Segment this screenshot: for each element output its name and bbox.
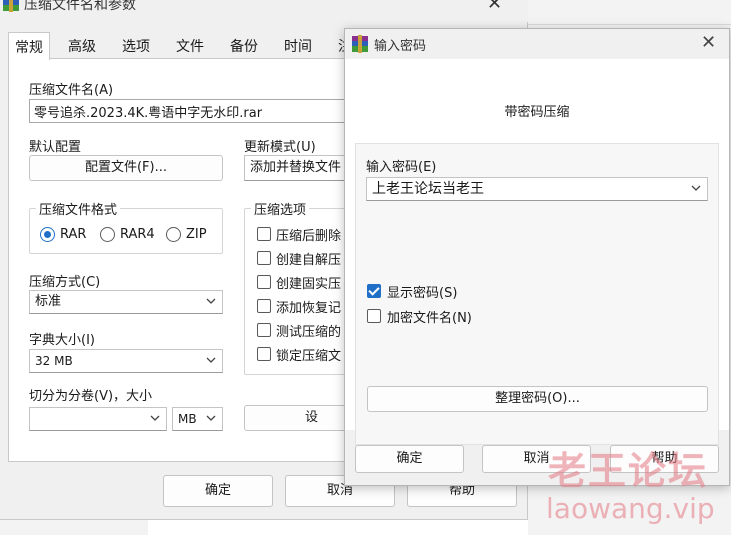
chevron-down-icon: [691, 185, 701, 191]
profile-button[interactable]: 配置文件(F)...: [29, 155, 223, 181]
default-profile-label: 默认配置: [29, 140, 82, 155]
option-label-6: 锁定压缩文: [276, 349, 342, 364]
option-checkbox-3[interactable]: [257, 275, 271, 289]
split-size-select[interactable]: [29, 407, 167, 431]
password-panel: 带密码压缩 输入密码(E) 上老王论坛当老王 显示密码(S) 加密文件名(N) …: [345, 59, 729, 445]
password-group: 输入密码(E) 上老王论坛当老王 显示密码(S) 加密文件名(N) 整理密码(O…: [355, 143, 719, 445]
tab-files[interactable]: 文件: [170, 32, 210, 58]
radio-zip[interactable]: [166, 227, 181, 242]
main-title: 压缩文件名和参数: [24, 0, 136, 13]
update-mode-value: 添加并替换文件: [250, 160, 342, 175]
method-value: 标准: [35, 294, 62, 309]
update-mode-label: 更新模式(U): [244, 140, 316, 155]
option-checkbox-6[interactable]: [257, 347, 271, 361]
chevron-down-icon: [206, 298, 216, 304]
main-close-icon[interactable]: ✕: [487, 0, 502, 14]
show-password-label: 显示密码(S): [387, 286, 458, 301]
dict-value: 32 MB: [35, 354, 73, 368]
options-group-title: 压缩选项: [251, 199, 310, 218]
split-label: 切分为分卷(V)，大小: [29, 389, 153, 404]
watermark-title: 老王论坛: [548, 449, 709, 493]
chevron-down-icon: [206, 357, 216, 363]
option-checkbox-4[interactable]: [257, 299, 271, 313]
password-value: 上老王论坛当老王: [372, 181, 484, 197]
radio-rar-label: RAR: [60, 227, 87, 242]
show-password-checkbox[interactable]: [367, 284, 381, 298]
divider: [528, 24, 731, 25]
format-group-title: 压缩文件格式: [36, 199, 121, 218]
radio-rar4[interactable]: [100, 227, 115, 242]
watermark-url: laowang.vip: [546, 492, 715, 525]
encrypt-names-label: 加密文件名(N): [387, 311, 472, 326]
format-group: 压缩文件格式 RAR RAR4 ZIP: [29, 199, 223, 254]
password-dialog-title: 输入密码: [374, 39, 427, 54]
password-close-icon[interactable]: ✕: [701, 32, 716, 53]
option-label-3: 创建固实压: [276, 277, 342, 292]
main-ok-button[interactable]: 确定: [163, 475, 273, 507]
encrypt-names-checkbox[interactable]: [367, 309, 381, 323]
split-unit-value: MB: [178, 412, 197, 426]
tab-general[interactable]: 常规: [8, 32, 50, 60]
dict-label: 字典大小(I): [29, 333, 95, 348]
method-label: 压缩方式(C): [29, 275, 101, 290]
password-title-bar: 输入密码 ✕: [345, 29, 729, 59]
tab-options[interactable]: 选项: [116, 32, 156, 58]
password-ok-button[interactable]: 确定: [355, 445, 464, 473]
tab-backup[interactable]: 备份: [224, 32, 264, 58]
method-select[interactable]: 标准: [29, 290, 223, 314]
radio-zip-label: ZIP: [186, 227, 207, 242]
option-checkbox-1[interactable]: [257, 227, 271, 241]
tab-advanced[interactable]: 高级: [62, 32, 102, 58]
option-label-1: 压缩后删除: [276, 229, 342, 244]
archive-name-label: 压缩文件名(A): [29, 83, 114, 98]
option-checkbox-2[interactable]: [257, 251, 271, 265]
option-label-5: 测试压缩的: [276, 325, 342, 340]
chevron-down-icon: [206, 415, 216, 421]
winrar-icon: [3, 0, 19, 12]
password-label: 输入密码(E): [366, 160, 437, 175]
archive-name-input[interactable]: 零号追杀.2023.4K.粤语中字无水印.rar: [29, 99, 359, 123]
radio-rar[interactable]: [40, 227, 55, 242]
option-label-2: 创建自解压: [276, 253, 342, 268]
password-dialog: 输入密码 ✕ 带密码压缩 输入密码(E) 上老王论坛当老王 显示密码(S) 加密…: [344, 28, 730, 486]
radio-rar4-label: RAR4: [120, 227, 155, 242]
main-title-bar: 压缩文件名和参数 ✕: [0, 0, 528, 22]
password-input[interactable]: 上老王论坛当老王: [366, 177, 708, 201]
desktop-strip: [0, 520, 148, 535]
winrar-icon: [352, 35, 368, 53]
option-checkbox-5[interactable]: [257, 323, 271, 337]
organize-passwords-button[interactable]: 整理密码(O)...: [367, 386, 708, 412]
dict-select[interactable]: 32 MB: [29, 349, 223, 373]
split-unit-select[interactable]: MB: [172, 407, 223, 431]
password-heading: 带密码压缩: [504, 105, 570, 120]
tab-time[interactable]: 时间: [278, 32, 318, 58]
option-label-4: 添加恢复记: [276, 301, 342, 316]
chevron-down-icon: [150, 415, 160, 421]
